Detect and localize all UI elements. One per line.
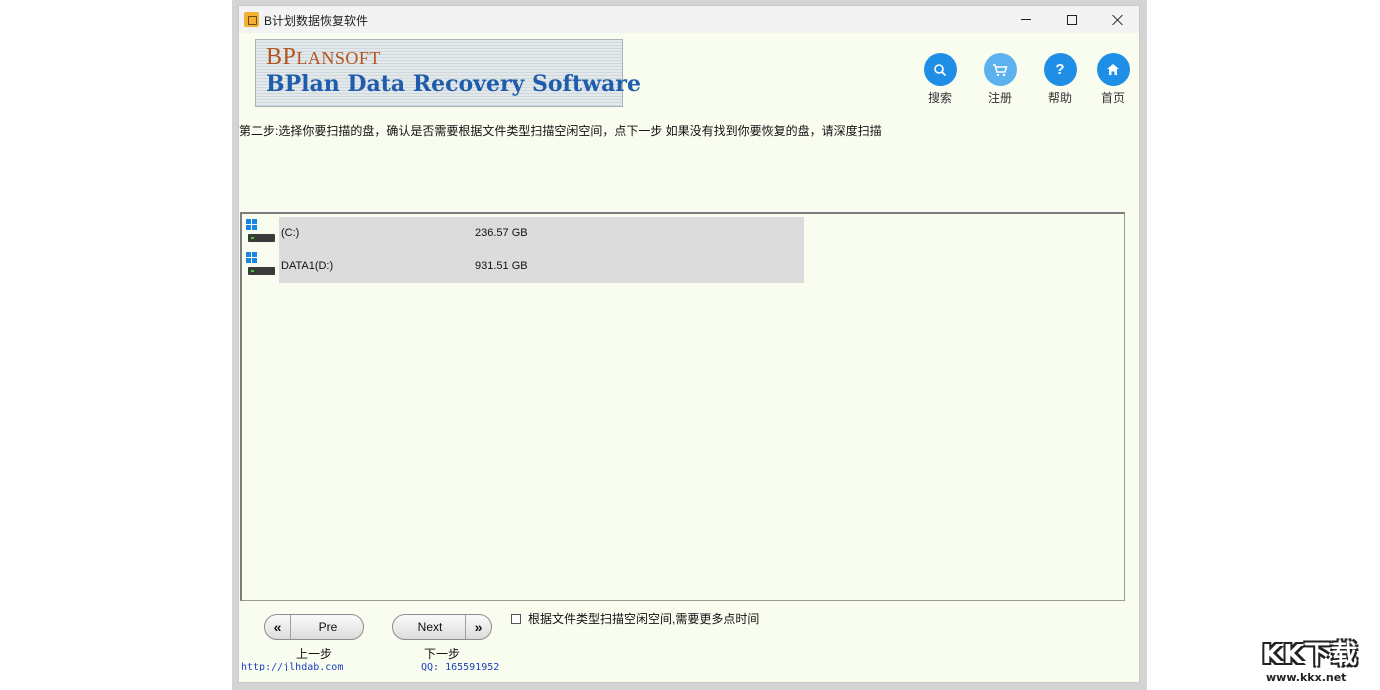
search-label: 搜索 bbox=[927, 91, 952, 105]
drive-row-c[interactable]: (C:) 236.57 GB bbox=[246, 217, 804, 250]
drive-size: 236.57 GB bbox=[475, 227, 528, 239]
register-label: 注册 bbox=[987, 91, 1012, 105]
toolbar-home-button[interactable]: 首页 bbox=[1088, 53, 1138, 106]
drive-name: DATA1(D:) bbox=[281, 260, 334, 272]
search-icon bbox=[923, 53, 957, 86]
row-selection bbox=[279, 250, 804, 283]
window-title: B计划数据恢复软件 bbox=[264, 14, 369, 28]
watermark-url: www.kkx.net bbox=[1266, 671, 1347, 684]
brand-initials: BP bbox=[266, 44, 297, 70]
site-watermark: KK下载 www.kkx.net bbox=[1262, 634, 1358, 684]
watermark-logo: KK下载 bbox=[1262, 640, 1359, 670]
home-label: 首页 bbox=[1100, 91, 1125, 105]
brand-rest: LANSOFT bbox=[296, 48, 381, 68]
next-caption: 下一步 bbox=[424, 647, 461, 661]
drive-name: (C:) bbox=[281, 227, 300, 239]
brand-banner: BPLANSOFT BPlan Data Recovery Software bbox=[255, 39, 641, 107]
windows-drive-icon bbox=[246, 252, 276, 280]
title-bar[interactable]: B计划数据恢复软件 bbox=[239, 6, 1139, 33]
close-icon bbox=[1112, 14, 1124, 26]
next-button[interactable]: Next » bbox=[392, 614, 492, 640]
home-icon bbox=[1096, 53, 1130, 86]
scan-free-space-label: 根据文件类型扫描空闲空间,需要更多点时间 bbox=[528, 612, 760, 626]
drive-list[interactable]: (C:) 236.57 GB DATA1(D:) 931.51 GB bbox=[240, 212, 1125, 601]
toolbar-search-button[interactable]: 搜索 bbox=[915, 53, 965, 106]
pre-button[interactable]: « Pre bbox=[264, 614, 364, 640]
pre-caption: 上一步 bbox=[296, 647, 333, 661]
help-label: 帮助 bbox=[1047, 91, 1072, 105]
toolbar-help-button[interactable]: ? 帮助 bbox=[1035, 53, 1085, 106]
next-label: Next bbox=[417, 620, 443, 634]
close-button[interactable] bbox=[1095, 6, 1141, 33]
windows-drive-icon bbox=[246, 219, 276, 247]
app-window: B计划数据恢复软件 BPLANSOFT BPlan Data Recovery … bbox=[238, 5, 1140, 683]
app-icon bbox=[244, 12, 259, 27]
double-chevron-right-icon: » bbox=[465, 615, 491, 639]
double-chevron-left-icon: « bbox=[265, 615, 291, 639]
qq-link[interactable]: QQ: 165591952 bbox=[421, 662, 499, 671]
cart-icon bbox=[983, 53, 1017, 86]
maximize-button[interactable] bbox=[1049, 6, 1095, 33]
product-name: BPlan Data Recovery Software bbox=[266, 71, 641, 97]
maximize-icon bbox=[1067, 14, 1077, 25]
scan-free-space-checkbox[interactable] bbox=[511, 613, 521, 624]
help-icon: ? bbox=[1043, 53, 1077, 86]
toolbar-register-button[interactable]: 注册 bbox=[975, 53, 1025, 106]
brand-logo-text: BPLANSOFT bbox=[266, 44, 381, 71]
minimize-icon bbox=[1021, 19, 1031, 20]
website-link[interactable]: http://jlhdab.com bbox=[241, 662, 343, 671]
minimize-button[interactable] bbox=[1003, 6, 1049, 33]
row-selection bbox=[279, 217, 804, 250]
step-instruction: 第二步:选择你要扫描的盘，确认是否需要根据文件类型扫描空闲空间，点下一步 如果没… bbox=[239, 124, 882, 138]
scan-free-space-option[interactable]: 根据文件类型扫描空闲空间,需要更多点时间 bbox=[511, 610, 759, 627]
pre-label: Pre bbox=[318, 620, 338, 634]
drive-size: 931.51 GB bbox=[475, 260, 528, 272]
drive-row-d[interactable]: DATA1(D:) 931.51 GB bbox=[246, 250, 804, 283]
